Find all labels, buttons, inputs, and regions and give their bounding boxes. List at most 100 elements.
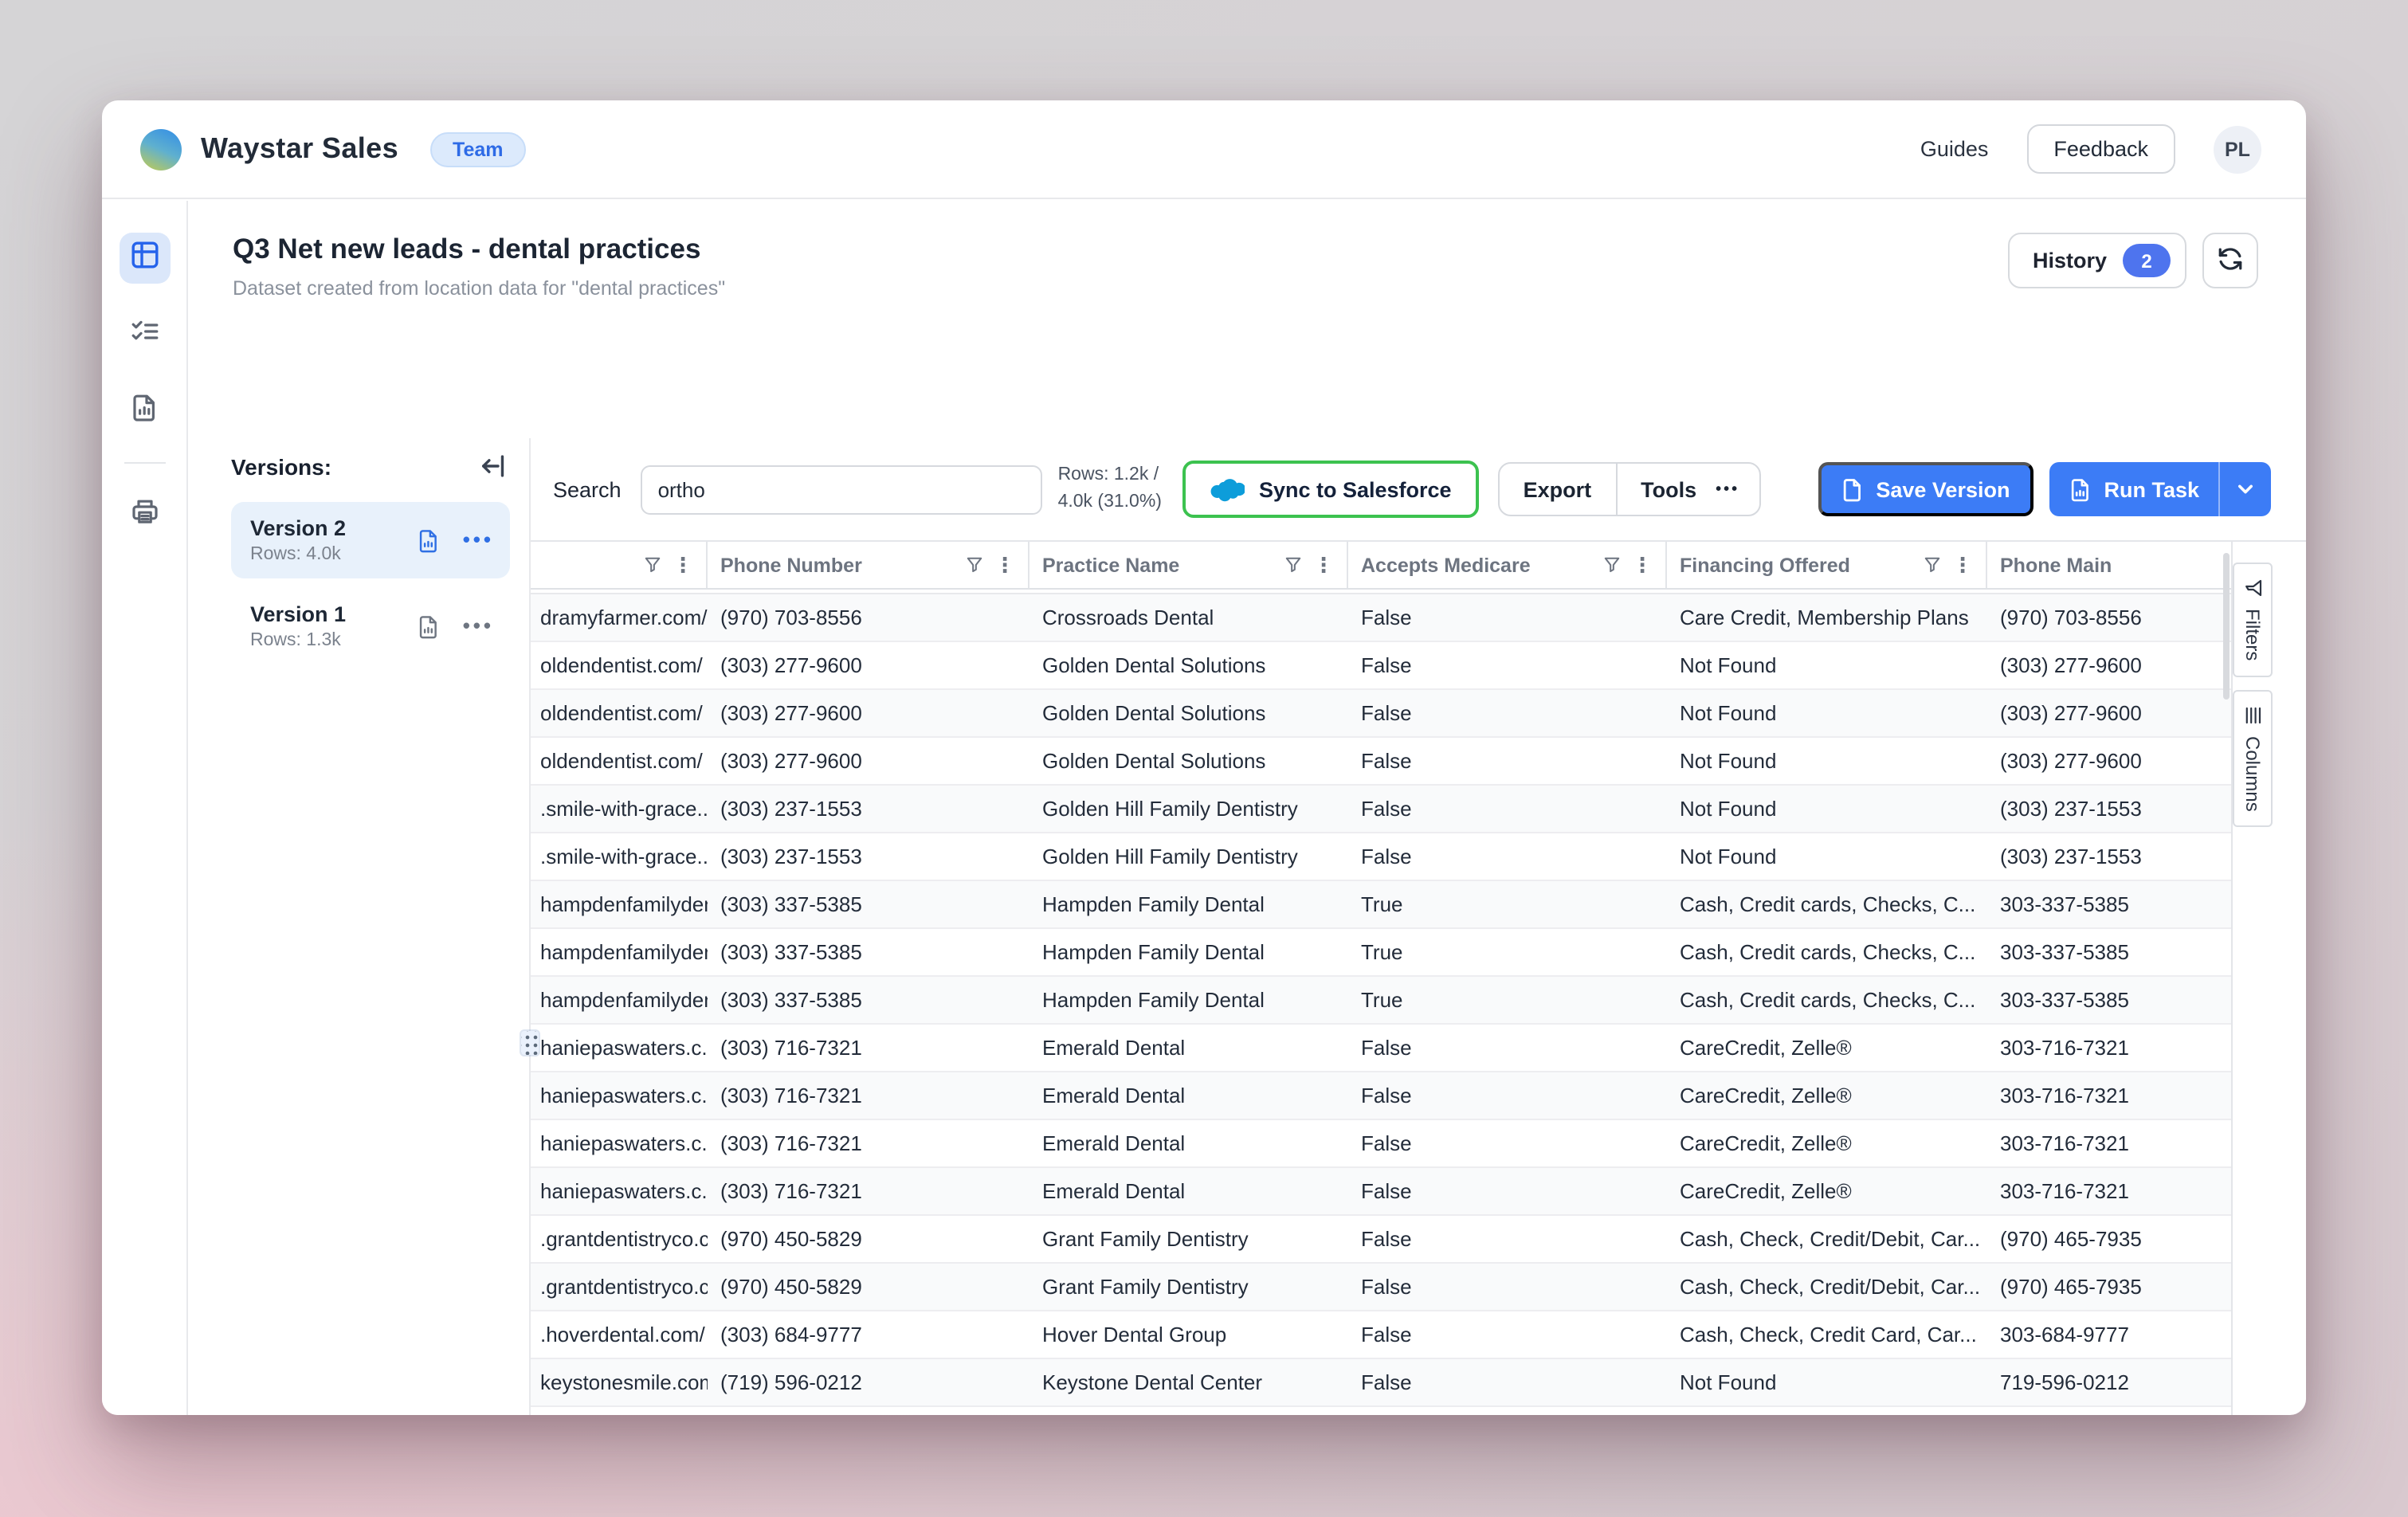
run-task-button[interactable]: Run Task — [2049, 477, 2218, 501]
table-cell: (970) 465-7935 — [1987, 1216, 2233, 1262]
user-avatar[interactable]: PL — [2214, 125, 2261, 173]
column-menu-icon[interactable]: ⋮ — [1952, 552, 1973, 578]
table-cell: (303) 716-7321 — [708, 1072, 1029, 1119]
vertical-scrollbar-thumb[interactable] — [2223, 553, 2230, 700]
refresh-button[interactable] — [2202, 233, 2258, 288]
app-window: Waystar Sales Team Guides Feedback PL — [102, 100, 2306, 1415]
checklist-icon — [130, 316, 159, 353]
column-header-phone-number[interactable]: Phone Number⋮ — [708, 542, 1029, 588]
columns-tab[interactable]: Columns — [2233, 689, 2273, 827]
table-row[interactable]: oldendentist.com/(303) 277-9600Golden De… — [531, 738, 2231, 786]
column-header-practice-name[interactable]: Practice Name⋮ — [1029, 542, 1348, 588]
row-drag-handle[interactable] — [521, 1031, 539, 1055]
table-row[interactable]: .grantdentistryco.c...(970) 450-5829Gran… — [531, 1264, 2231, 1311]
export-button[interactable]: Export — [1500, 464, 1618, 515]
table-cell: (303) 277-9600 — [1987, 642, 2233, 688]
history-button[interactable]: History 2 — [2009, 233, 2186, 288]
table-cell: .grantdentistryco.c... — [531, 1216, 708, 1262]
table-cell: False — [1348, 1359, 1667, 1405]
table-cell: False — [1348, 1120, 1667, 1166]
table-row[interactable]: dramyfarmer.com/(970) 703-8556Crossroads… — [531, 594, 2231, 642]
guides-link[interactable]: Guides — [1920, 137, 1989, 161]
search-input[interactable] — [641, 465, 1042, 514]
table-row[interactable]: .grantdentistryco.c...(970) 450-5829Gran… — [531, 1216, 2231, 1264]
save-version-button[interactable]: Save Version — [1818, 462, 2033, 516]
table-row[interactable]: .hoverdental.com/(303) 684-9777Hover Den… — [531, 1311, 2231, 1359]
table-cell: Keystone Dental Center — [1029, 1359, 1348, 1405]
columns-tab-label: Columns — [2241, 735, 2264, 811]
table-cell: False — [1348, 1168, 1667, 1214]
table-row[interactable]: haniepaswaters.c...(303) 716-7321Emerald… — [531, 1120, 2231, 1168]
table-cell: True — [1348, 929, 1667, 975]
table-row[interactable]: hampdenfamilyden...(303) 337-5385Hampden… — [531, 977, 2231, 1025]
column-menu-icon[interactable]: ⋮ — [1632, 552, 1653, 578]
table-row[interactable]: haniepaswaters.c...(303) 716-7321Emerald… — [531, 1072, 2231, 1120]
column-header-financing-offered[interactable]: Financing Offered⋮ — [1667, 542, 1987, 588]
export-tools-group: Export Tools ••• — [1498, 462, 1761, 516]
column-menu-icon[interactable]: ⋮ — [994, 552, 1015, 578]
table-row[interactable]: oldendentist.com/(303) 277-9600Golden De… — [531, 690, 2231, 738]
table-cell: 719-486-2060 — [1987, 1407, 2233, 1415]
version-item-1[interactable]: Version 1 Rows: 1.3k ••• — [231, 588, 510, 664]
table-row[interactable]: eadvilledental.com/(719) 486-2060Leadvil… — [531, 1407, 2231, 1415]
version-item-2[interactable]: Version 2 Rows: 4.0k ••• — [231, 502, 510, 578]
filter-funnel-icon[interactable] — [1924, 556, 1941, 574]
table-cell: Hampden Family Dental — [1029, 929, 1348, 975]
table-cell: Golden Dental Solutions — [1029, 738, 1348, 784]
table-row[interactable]: keystonesmile.com/(719) 596-0212Keystone… — [531, 1359, 2231, 1407]
table-cell: (303) 337-5385 — [708, 929, 1029, 975]
table-cell: (970) 450-5829 — [708, 1216, 1029, 1262]
tools-button[interactable]: Tools — [1617, 464, 1709, 515]
arrow-to-line-icon — [480, 453, 507, 480]
sync-to-salesforce-button[interactable]: Sync to Salesforce — [1182, 461, 1479, 518]
nav-table-view[interactable] — [119, 233, 170, 284]
column-menu-icon[interactable]: ⋮ — [1313, 552, 1334, 578]
printer-icon — [130, 496, 159, 533]
table-row[interactable]: oldendentist.com/(303) 277-9600Golden De… — [531, 642, 2231, 690]
filters-tab[interactable]: Filters — [2233, 563, 2273, 676]
column-header-accepts-medicare[interactable]: Accepts Medicare⋮ — [1348, 542, 1667, 588]
table-cell: Emerald Dental — [1029, 1120, 1348, 1166]
file-chart-icon — [2070, 477, 2091, 501]
run-task-dropdown-button[interactable] — [2218, 462, 2271, 516]
table-cell: (303) 684-9777 — [708, 1311, 1029, 1358]
table-row[interactable]: haniepaswaters.c...(303) 716-7321Emerald… — [531, 1168, 2231, 1216]
table-cell: Grant Family Dentistry — [1029, 1216, 1348, 1262]
table-cell: Cash, Credit cards, Checks, C... — [1667, 929, 1987, 975]
feedback-button[interactable]: Feedback — [2026, 124, 2175, 174]
table-row[interactable]: hampdenfamilyden...(303) 337-5385Hampden… — [531, 929, 2231, 977]
column-header-phone-main[interactable]: Phone Main — [1987, 542, 2233, 588]
filter-funnel-icon[interactable] — [644, 556, 661, 574]
table-cell: (303) 237-1553 — [1987, 833, 2233, 880]
table-cell: True — [1348, 881, 1667, 927]
table-cell: False — [1348, 642, 1667, 688]
version-menu-button[interactable]: ••• — [463, 621, 494, 631]
nav-tasks[interactable] — [119, 309, 170, 360]
table-cell: False — [1348, 594, 1667, 641]
filter-funnel-icon[interactable] — [1284, 556, 1302, 574]
table-cell: .smile-with-grace.... — [531, 833, 708, 880]
table-cell: dramyfarmer.com/ — [531, 594, 708, 641]
search-label: Search — [553, 477, 622, 501]
salesforce-cloud-icon — [1210, 476, 1245, 502]
collapse-panel-button[interactable] — [480, 453, 507, 480]
filter-funnel-icon[interactable] — [966, 556, 983, 574]
table-row[interactable]: .smile-with-grace....(303) 237-1553Golde… — [531, 786, 2231, 833]
filter-funnel-icon[interactable] — [1603, 556, 1621, 574]
table-row[interactable]: .smile-with-grace....(303) 237-1553Golde… — [531, 833, 2231, 881]
version-menu-button[interactable]: ••• — [463, 535, 494, 545]
file-icon — [1842, 477, 1863, 501]
nav-reports[interactable] — [119, 386, 170, 437]
left-icon-rail — [102, 201, 188, 1415]
table-cell: 303-337-5385 — [1987, 881, 2233, 927]
nav-print[interactable] — [119, 489, 170, 540]
table-cell: Cash, Credit cards, Checks, C... — [1667, 881, 1987, 927]
table-cell: (303) 237-1553 — [1987, 786, 2233, 832]
table-row[interactable]: hampdenfamilyden...(303) 337-5385Hampden… — [531, 881, 2231, 929]
table-cell: haniepaswaters.c... — [531, 1168, 708, 1214]
team-badge[interactable]: Team — [430, 131, 525, 167]
table-row[interactable]: haniepaswaters.c...(303) 716-7321Emerald… — [531, 1025, 2231, 1072]
more-options-button[interactable]: ••• — [1709, 480, 1759, 498]
column-menu-icon[interactable]: ⋮ — [673, 552, 693, 578]
column-header-website[interactable]: ⋮ — [531, 542, 708, 588]
